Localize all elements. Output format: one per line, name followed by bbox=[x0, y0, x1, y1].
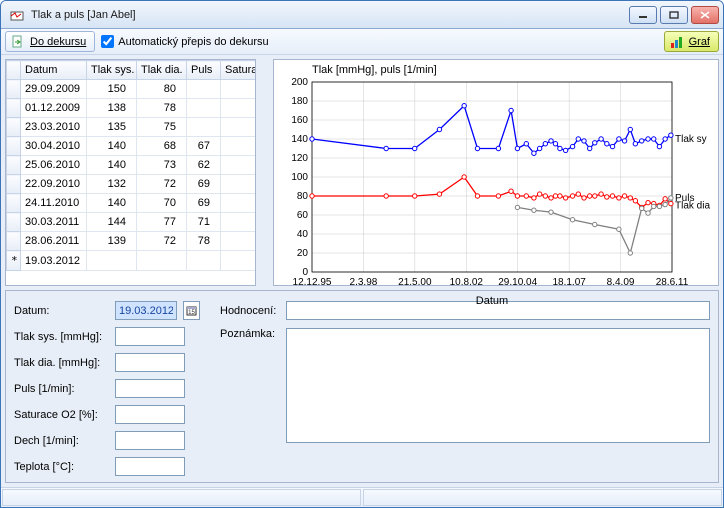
minimize-button[interactable] bbox=[629, 6, 657, 24]
vertical-splitter[interactable] bbox=[262, 59, 267, 286]
svg-text:8.4.09: 8.4.09 bbox=[607, 277, 635, 288]
svg-text:Datum: Datum bbox=[476, 295, 508, 307]
col-dia[interactable]: Tlak dia. bbox=[137, 61, 187, 80]
svg-text:18.1.07: 18.1.07 bbox=[552, 277, 586, 288]
graf-button[interactable]: Graf bbox=[664, 31, 719, 52]
svg-text:15: 15 bbox=[188, 310, 195, 316]
svg-text:28.6.11: 28.6.11 bbox=[656, 277, 689, 288]
svg-text:29.10.04: 29.10.04 bbox=[498, 277, 537, 288]
svg-text:Tlak [mmHg], puls [1/min]: Tlak [mmHg], puls [1/min] bbox=[312, 64, 437, 76]
svg-text:2.3.98: 2.3.98 bbox=[350, 277, 378, 288]
puls-field[interactable] bbox=[115, 379, 185, 398]
teplota-field[interactable] bbox=[115, 457, 185, 476]
label-poznamka: Poznámka: bbox=[220, 328, 280, 340]
table-row[interactable]: 24.11.20101407069 bbox=[7, 194, 256, 213]
svg-text:140: 140 bbox=[291, 134, 308, 145]
svg-text:21.5.00: 21.5.00 bbox=[398, 277, 432, 288]
form-panel: Datum: 15 Tlak sys. [mmHg]: Tlak dia. [m… bbox=[5, 290, 719, 483]
svg-text:200: 200 bbox=[291, 77, 308, 88]
table-header-row[interactable]: Datum Tlak sys. Tlak dia. Puls Satura bbox=[7, 61, 256, 80]
do-dekursu-button[interactable]: Do dekursu bbox=[5, 31, 95, 52]
window-title: Tlak a puls [Jan Abel] bbox=[31, 9, 136, 21]
svg-text:80: 80 bbox=[297, 191, 309, 202]
table-row[interactable]: 29.09.200915080 bbox=[7, 80, 256, 99]
col-puls[interactable]: Puls bbox=[187, 61, 221, 80]
window: Tlak a puls [Jan Abel] Do dekursu Automa… bbox=[0, 0, 724, 508]
col-datum[interactable]: Datum bbox=[21, 61, 87, 80]
label-hodnoceni: Hodnocení: bbox=[220, 305, 280, 317]
col-sat[interactable]: Satura bbox=[221, 61, 256, 80]
chart-area: Tlak [mmHg], puls [1/min]020406080100120… bbox=[273, 59, 719, 286]
table-row[interactable]: 22.09.20101327269 bbox=[7, 175, 256, 194]
calendar-button[interactable]: 15 bbox=[183, 301, 200, 320]
svg-text:120: 120 bbox=[291, 153, 308, 164]
table-row[interactable]: 30.03.20111447771 bbox=[7, 213, 256, 232]
titlebar[interactable]: Tlak a puls [Jan Abel] bbox=[1, 1, 723, 29]
table-row[interactable]: 25.06.20101407362 bbox=[7, 156, 256, 175]
svg-text:Tlak sy: Tlak sy bbox=[675, 134, 707, 145]
svg-text:12.12.95: 12.12.95 bbox=[293, 277, 332, 288]
auto-prepis-checkbox[interactable]: Automatický přepis do dekursu bbox=[101, 35, 268, 48]
toolbar: Do dekursu Automatický přepis do dekursu… bbox=[1, 29, 723, 55]
table-row[interactable]: 23.03.201013575 bbox=[7, 118, 256, 137]
statusbar bbox=[1, 487, 723, 507]
table-row-active[interactable]: *19.03.2012 bbox=[7, 251, 256, 271]
svg-text:20: 20 bbox=[297, 248, 309, 259]
poznamka-field[interactable] bbox=[286, 328, 710, 443]
svg-text:100: 100 bbox=[291, 172, 308, 183]
label-teplota: Teplota [°C]: bbox=[14, 461, 109, 473]
status-pane-2 bbox=[363, 489, 722, 506]
datum-field[interactable] bbox=[115, 301, 177, 320]
sys-field[interactable] bbox=[115, 327, 185, 346]
col-sys[interactable]: Tlak sys. bbox=[87, 61, 137, 80]
label-dech: Dech [1/min]: bbox=[14, 435, 109, 447]
label-datum: Datum: bbox=[14, 305, 109, 317]
label-sat: Saturace O2 [%]: bbox=[14, 409, 109, 421]
sat-field[interactable] bbox=[115, 405, 185, 424]
svg-text:Tlak dia: Tlak dia bbox=[675, 201, 710, 212]
status-pane-1 bbox=[2, 489, 361, 506]
measurements-table[interactable]: Datum Tlak sys. Tlak dia. Puls Satura 29… bbox=[5, 59, 256, 286]
svg-text:40: 40 bbox=[297, 229, 309, 240]
label-dia: Tlak dia. [mmHg]: bbox=[14, 357, 109, 369]
table-row[interactable]: 28.06.20111397278 bbox=[7, 232, 256, 251]
table-row[interactable]: 30.04.20101406867 bbox=[7, 137, 256, 156]
chart-icon bbox=[669, 34, 685, 50]
calendar-icon: 15 bbox=[186, 305, 197, 316]
dech-field[interactable] bbox=[115, 431, 185, 450]
svg-text:10.8.02: 10.8.02 bbox=[450, 277, 484, 288]
svg-text:60: 60 bbox=[297, 210, 309, 221]
svg-text:160: 160 bbox=[291, 115, 308, 126]
app-icon bbox=[9, 7, 25, 23]
svg-text:180: 180 bbox=[291, 96, 308, 107]
document-arrow-icon bbox=[10, 34, 26, 50]
label-puls: Puls [1/min]: bbox=[14, 383, 109, 395]
maximize-button[interactable] bbox=[660, 6, 688, 24]
table-row[interactable]: 01.12.200913878 bbox=[7, 99, 256, 118]
close-button[interactable] bbox=[691, 6, 719, 24]
dia-field[interactable] bbox=[115, 353, 185, 372]
label-sys: Tlak sys. [mmHg]: bbox=[14, 331, 109, 343]
